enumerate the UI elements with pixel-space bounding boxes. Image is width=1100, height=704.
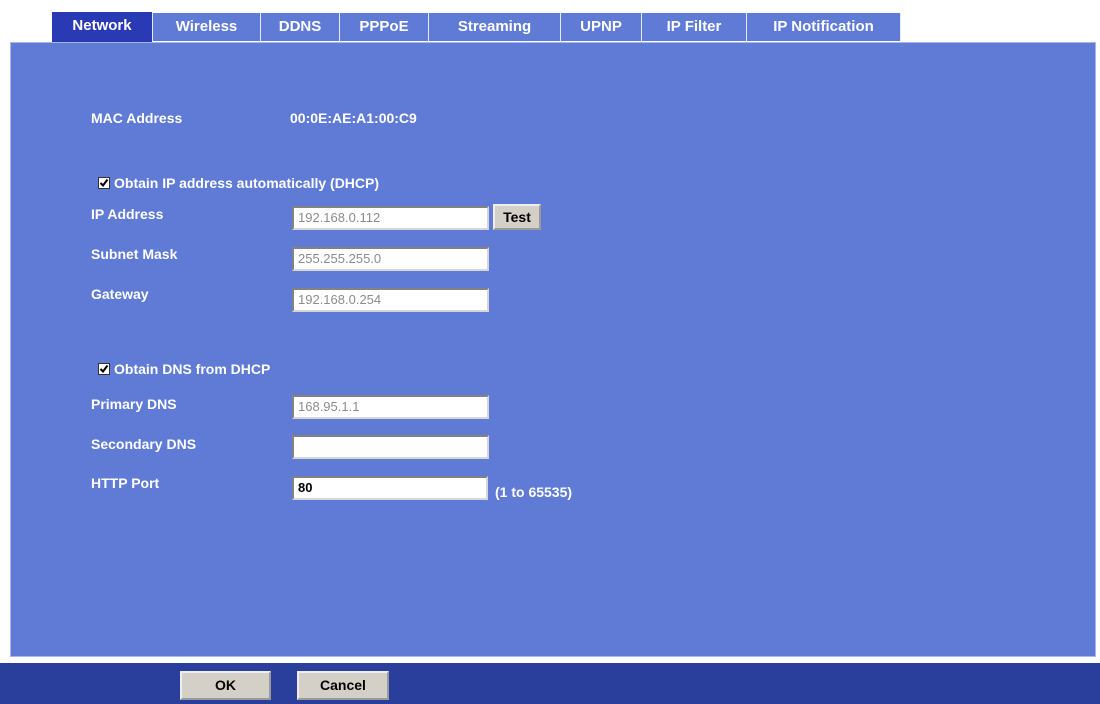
ip-address-label: IP Address [91,206,164,222]
http-port-field[interactable]: 80 [292,476,488,500]
primary-dns-field[interactable]: 168.95.1.1 [292,395,489,419]
gateway-label: Gateway [91,286,149,302]
checkmark-icon [99,364,109,374]
dns-dhcp-checkbox[interactable] [98,363,110,375]
dns-dhcp-label: Obtain DNS from DHCP [114,361,271,377]
tab-ip-filter[interactable]: IP Filter [642,13,747,41]
mac-address-value: 00:0E:AE:A1:00:C9 [290,110,417,126]
ok-button[interactable]: OK [180,671,271,700]
mac-address-label: MAC Address [91,110,183,126]
tab-wireless[interactable]: Wireless [153,13,261,41]
network-settings-panel: MAC Address 00:0E:AE:A1:00:C9 Obtain IP … [10,42,1096,657]
dhcp-checkbox[interactable] [98,177,110,189]
tab-bar: Network Wireless DDNS PPPoE Streaming UP… [0,0,1100,42]
secondary-dns-label: Secondary DNS [91,436,197,452]
test-button[interactable]: Test [493,204,541,230]
tab-network[interactable]: Network [52,12,153,42]
primary-dns-label: Primary DNS [91,396,177,412]
ip-address-field[interactable]: 192.168.0.112 [292,206,489,230]
http-port-hint: (1 to 65535) [495,484,573,500]
subnet-mask-field[interactable]: 255.255.255.0 [292,247,489,271]
tab-streaming[interactable]: Streaming [429,13,561,41]
subnet-mask-label: Subnet Mask [91,246,178,262]
tab-ddns[interactable]: DDNS [261,13,340,41]
tab-ip-notification[interactable]: IP Notification [747,13,901,41]
footer-bar: OK Cancel [0,663,1100,704]
http-port-label: HTTP Port [91,475,160,491]
secondary-dns-field[interactable] [292,435,489,459]
tab-upnp[interactable]: UPNP [561,13,642,41]
gateway-field[interactable]: 192.168.0.254 [292,288,489,312]
dhcp-label: Obtain IP address automatically (DHCP) [114,175,380,191]
tab-pppoe[interactable]: PPPoE [340,13,429,41]
cancel-button[interactable]: Cancel [297,671,389,700]
checkmark-icon [99,178,109,188]
